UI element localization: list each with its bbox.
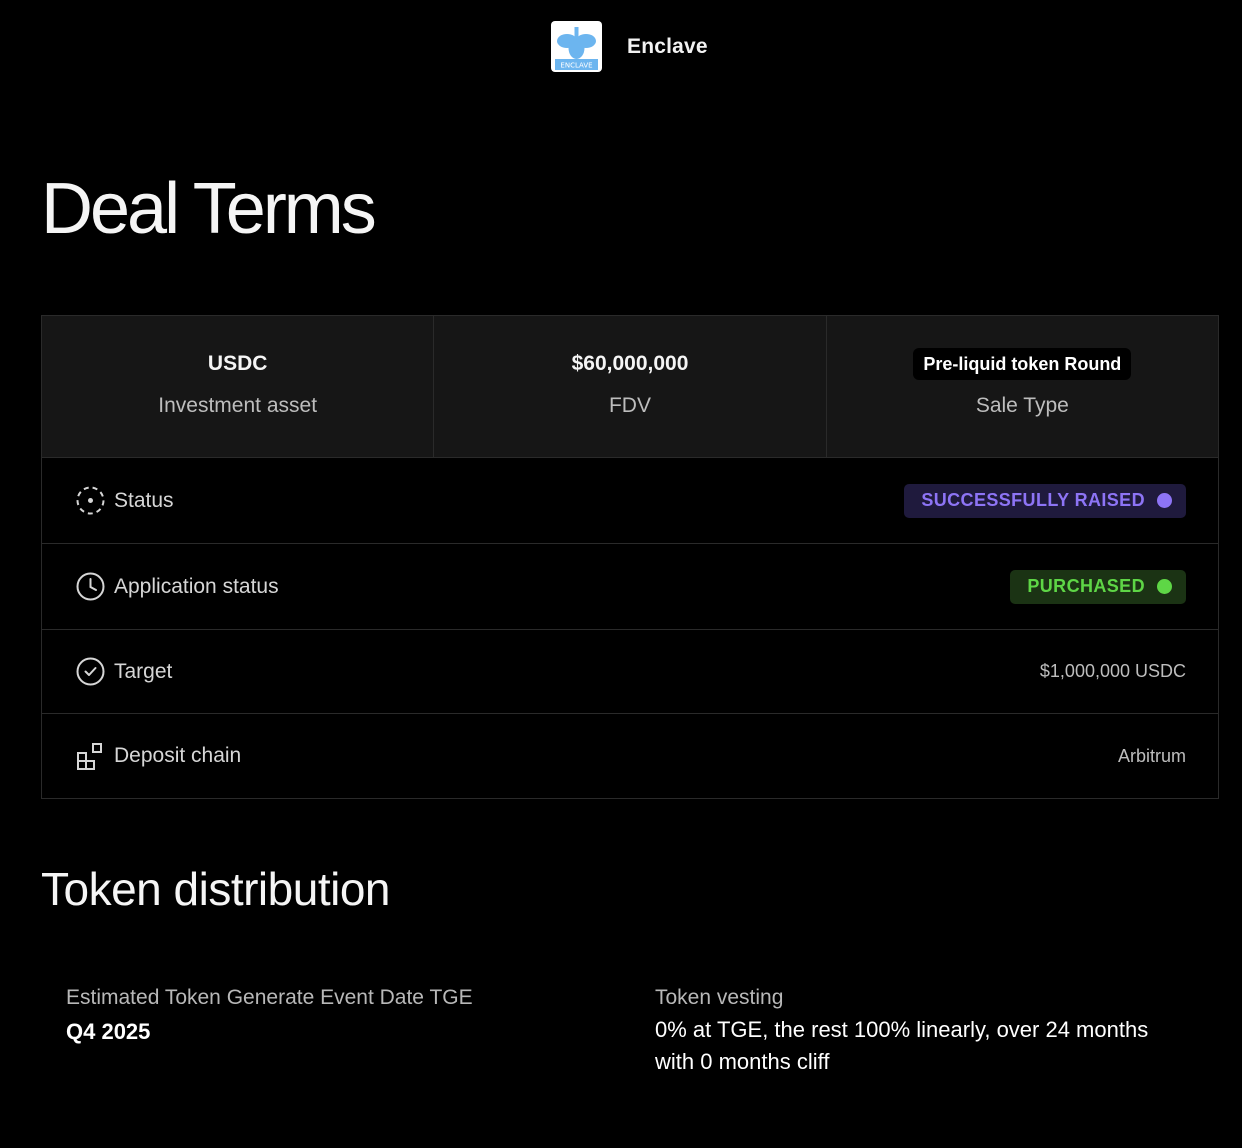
status-dashed-circle-icon <box>75 485 106 516</box>
investment-asset-label: Investment asset <box>158 394 318 417</box>
investment-asset-value: USDC <box>207 352 268 375</box>
deposit-chain-value: Arbitrum <box>1117 745 1186 766</box>
blocks-icon <box>75 741 106 772</box>
target-value: $1,000,000 USDC <box>1039 661 1186 681</box>
status-dot-icon <box>1157 493 1172 508</box>
sale-type-label: Sale Type <box>975 394 1069 417</box>
page-title: Deal Terms <box>41 169 377 249</box>
fdv-value: $60,000,000 <box>571 352 689 375</box>
application-status-badge-text: PURCHASED <box>1027 576 1145 596</box>
application-status-row: Application status PURCHASED <box>42 544 1218 630</box>
target-row: Target $1,000,000 USDC <box>42 630 1218 714</box>
token-distribution-title: Token distribution <box>41 863 390 915</box>
application-status-badge: PURCHASED <box>1010 569 1186 604</box>
status-row: Status SUCCESSFULLY RAISED <box>42 458 1218 544</box>
status-badge-text: SUCCESSFULLY RAISED <box>921 490 1145 510</box>
clock-icon <box>75 571 106 602</box>
investment-asset-cell: USDC Investment asset <box>42 316 435 457</box>
summary-row: USDC Investment asset $60,000,000 FDV Pr… <box>42 316 1218 458</box>
purchased-dot-icon <box>1157 579 1172 594</box>
sale-type-value: Pre-liquid token Round <box>913 348 1132 380</box>
tge-block: Estimated Token Generate Event Date TGE … <box>66 986 626 1048</box>
tge-value: Q4 2025 <box>66 1019 151 1044</box>
check-circle-icon <box>75 656 106 687</box>
svg-text:ENCLAVE: ENCLAVE <box>560 62 592 70</box>
header: ENCLAVE Enclave <box>551 21 708 72</box>
vesting-label: Token vesting <box>655 986 784 1009</box>
brand-name: Enclave <box>627 34 708 58</box>
target-label: Target <box>114 659 173 683</box>
status-label: Status <box>114 488 174 512</box>
fdv-label: FDV <box>608 394 651 417</box>
fdv-cell: $60,000,000 FDV <box>434 316 827 457</box>
deposit-chain-label: Deposit chain <box>114 744 242 767</box>
vesting-block: Token vesting 0% at TGE, the rest 100% l… <box>655 986 1175 1078</box>
vesting-value: 0% at TGE, the rest 100% linearly, over … <box>655 1017 1149 1074</box>
sale-type-cell: Pre-liquid token Round Sale Type <box>827 316 1218 457</box>
tge-label: Estimated Token Generate Event Date TGE <box>66 986 473 1009</box>
enclave-logo[interactable]: ENCLAVE <box>551 21 602 72</box>
status-badge: SUCCESSFULLY RAISED <box>904 483 1186 518</box>
application-status-label: Application status <box>114 574 279 598</box>
deal-terms-card: USDC Investment asset $60,000,000 FDV Pr… <box>41 315 1219 799</box>
deposit-chain-row: Deposit chain Arbitrum <box>42 714 1218 798</box>
